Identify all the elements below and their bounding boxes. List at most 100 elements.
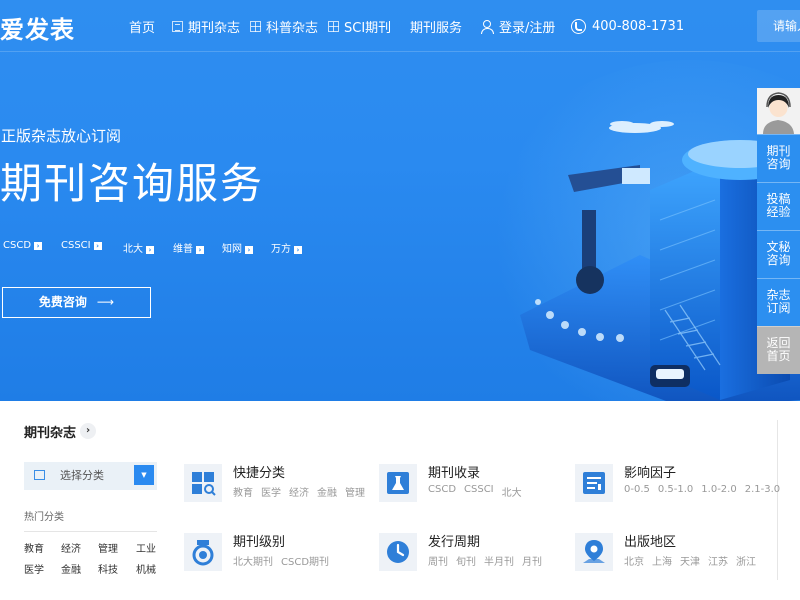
hero-tag-label: 知网 xyxy=(222,244,242,255)
card-link[interactable]: 北京 xyxy=(624,553,644,568)
indexing-icon xyxy=(379,464,417,502)
search-icon xyxy=(34,470,45,480)
card-links: 周刊 旬刊 半月刊 月刊 xyxy=(428,553,550,568)
card-indexing[interactable]: 期刊收录 CSCD CSSCI 北大 xyxy=(379,462,569,510)
card-title: 出版地区 xyxy=(624,535,677,550)
nav-popular-science[interactable]: 科普杂志 xyxy=(250,0,318,52)
hot-category-link[interactable]: 机械 xyxy=(136,561,166,576)
card-journal-level[interactable]: 期刊级别 北大期刊 CSCD期刊 xyxy=(184,531,374,579)
hero-tag-cscd[interactable]: CSCD › xyxy=(3,240,61,255)
hot-category-link[interactable]: 工业 xyxy=(136,540,166,555)
card-title: 期刊级别 xyxy=(233,535,286,550)
hot-category-link[interactable]: 经济 xyxy=(61,540,98,555)
card-publication-cycle[interactable]: 发行周期 周刊 旬刊 半月刊 月刊 xyxy=(379,531,569,579)
card-link[interactable]: 教育 xyxy=(233,484,253,499)
side-button-label: 投稿经验 xyxy=(766,192,791,219)
hero-tag-label: 北大 xyxy=(123,244,143,255)
side-submission-tips-button[interactable]: 投稿经验 xyxy=(757,182,800,230)
side-subscribe-button[interactable]: 杂志订阅 xyxy=(757,278,800,326)
hero-illustration xyxy=(520,121,800,401)
card-link[interactable]: 周刊 xyxy=(428,553,448,568)
card-link[interactable]: 经济 xyxy=(289,484,309,499)
card-link[interactable]: 1.0-2.0 xyxy=(701,484,736,495)
nav-journals[interactable]: 期刊杂志 xyxy=(172,0,240,52)
card-links: 北大期刊 CSCD期刊 xyxy=(233,553,337,568)
card-title: 影响因子 xyxy=(624,466,677,481)
nav-services[interactable]: 期刊服务 xyxy=(410,0,462,52)
hot-category-link[interactable]: 管理 xyxy=(98,540,136,555)
login-link[interactable]: 登录/注册 xyxy=(480,0,555,52)
category-select[interactable]: 选择分类 ▼ xyxy=(24,462,157,490)
card-link[interactable]: CSCD期刊 xyxy=(281,553,329,568)
hero-tag-vip[interactable]: 维普 › xyxy=(173,240,222,255)
side-button-label: 期刊咨询 xyxy=(766,144,791,171)
card-link[interactable]: 金融 xyxy=(317,484,337,499)
card-links: CSCD CSSCI 北大 xyxy=(428,484,530,499)
card-link[interactable]: 江苏 xyxy=(708,553,728,568)
card-link[interactable]: 上海 xyxy=(652,553,672,568)
site-logo[interactable]: 爱发表 xyxy=(0,10,75,45)
hero-tag-label: CSCD xyxy=(3,240,32,251)
card-link[interactable]: 0.5-1.0 xyxy=(658,484,693,495)
hero-tag-cssci[interactable]: CSSCI › xyxy=(61,240,123,255)
customer-service-avatar[interactable] xyxy=(757,88,800,134)
free-consult-label: 免费咨询 xyxy=(38,295,87,309)
hero-tag-pku[interactable]: 北大 › xyxy=(123,240,173,255)
hot-category-link[interactable]: 医学 xyxy=(24,561,61,576)
side-secretary-consult-button[interactable]: 文秘咨询 xyxy=(757,230,800,278)
phone-number: 400-808-1731 xyxy=(592,18,685,34)
hero-tag-list: CSCD › CSSCI › 北大 › 维普 › 知网 › 万方 › xyxy=(3,240,320,255)
free-consult-button[interactable]: 免费咨询 ⟶ xyxy=(2,287,151,318)
side-journal-consult-button[interactable]: 期刊咨询 xyxy=(757,134,800,182)
hero-tag-cnki[interactable]: 知网 › xyxy=(222,240,271,255)
arrow-right-icon: › xyxy=(146,246,154,254)
arrow-right-icon: › xyxy=(34,242,43,250)
card-quick-category[interactable]: 快捷分类 教育 医学 经济 金融 管理 xyxy=(184,462,374,510)
arrow-right-icon: › xyxy=(93,242,102,250)
card-link[interactable]: 月刊 xyxy=(522,553,542,568)
impact-factor-icon xyxy=(575,464,613,502)
hot-category-link[interactable]: 科技 xyxy=(98,561,136,576)
hero-tag-label: 万方 xyxy=(271,244,291,255)
card-link[interactable]: 半月刊 xyxy=(484,553,514,568)
card-link[interactable]: 旬刊 xyxy=(456,553,476,568)
medal-icon xyxy=(184,533,222,571)
hot-category-link[interactable]: 教育 xyxy=(24,540,61,555)
hot-category-link[interactable]: 金融 xyxy=(61,561,98,576)
divider xyxy=(777,420,778,580)
card-link[interactable]: 北大 xyxy=(502,484,522,499)
card-link[interactable]: 0-0.5 xyxy=(624,484,650,495)
card-title: 期刊收录 xyxy=(428,466,481,481)
phone-contact: 400-808-1731 xyxy=(571,0,684,52)
card-link[interactable]: 管理 xyxy=(345,484,365,499)
card-link[interactable]: 医学 xyxy=(261,484,281,499)
nav-home[interactable]: 首页 xyxy=(129,0,155,52)
card-link[interactable]: CSCD xyxy=(428,484,456,499)
hero-banner: 爱发表 首页 期刊杂志 科普杂志 SCI期刊 期刊服务 登录/注册 400-80… xyxy=(0,0,800,401)
search-input[interactable]: 请输入 xyxy=(757,10,800,42)
card-link[interactable]: 北大期刊 xyxy=(233,553,273,568)
clock-icon xyxy=(379,533,417,571)
side-back-home-button[interactable]: 返回首页 xyxy=(757,326,800,374)
side-button-label: 返回首页 xyxy=(766,336,791,363)
card-title: 发行周期 xyxy=(428,535,481,550)
grid-icon xyxy=(328,20,339,32)
card-publication-region[interactable]: 出版地区 北京 上海 天津 江苏 浙江 xyxy=(575,531,765,579)
side-button-label: 文秘咨询 xyxy=(766,240,791,267)
nav-home-label: 首页 xyxy=(129,20,156,36)
hero-tag-label: 维普 xyxy=(173,244,193,255)
hero-tag-label: CSSCI xyxy=(61,240,91,251)
card-link[interactable]: 浙江 xyxy=(736,553,756,568)
card-link[interactable]: CSSCI xyxy=(464,484,494,499)
phone-icon xyxy=(571,18,586,34)
nav-sci[interactable]: SCI期刊 xyxy=(328,0,391,52)
nav-services-label: 期刊服务 xyxy=(410,20,463,36)
card-links: 0-0.5 0.5-1.0 1.0-2.0 2.1-3.0 xyxy=(624,484,788,495)
hero-tag-wanfang[interactable]: 万方 › xyxy=(271,240,320,255)
card-link[interactable]: 天津 xyxy=(680,553,700,568)
card-title: 快捷分类 xyxy=(233,466,286,481)
card-impact-factor[interactable]: 影响因子 0-0.5 0.5-1.0 1.0-2.0 2.1-3.0 xyxy=(575,462,780,510)
card-link[interactable]: 2.1-3.0 xyxy=(745,484,780,495)
dropdown-arrow-icon: ▼ xyxy=(134,465,154,485)
chevron-right-icon[interactable]: › xyxy=(80,423,96,439)
